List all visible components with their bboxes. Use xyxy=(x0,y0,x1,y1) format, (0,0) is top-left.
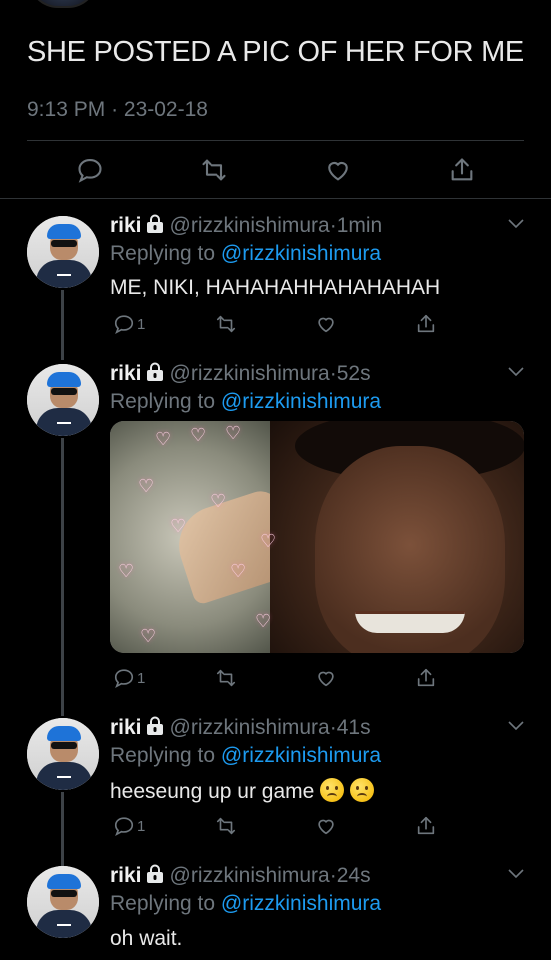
tweet-time: 9:13 PM xyxy=(27,98,106,121)
avatar[interactable] xyxy=(27,364,99,436)
replying-to: Replying to @rizzkinishimura xyxy=(110,744,381,768)
chevron-down-icon[interactable] xyxy=(508,869,524,879)
main-tweet-text: SHE POSTED A PIC OF HER FOR ME xyxy=(27,36,524,68)
main-tweet-timestamp: 9:13 PM · 23-02-18 xyxy=(27,98,208,122)
tweet-actions: 1 xyxy=(0,665,551,693)
tweet-time: 52s xyxy=(336,362,371,385)
share-button[interactable] xyxy=(448,156,476,184)
display-name[interactable]: riki xyxy=(110,716,142,739)
retweet-icon xyxy=(216,315,236,333)
share-icon xyxy=(451,158,473,181)
tweet-time: 1min xyxy=(336,214,383,237)
reply-button[interactable] xyxy=(76,156,104,184)
reply-icon xyxy=(78,159,102,183)
retweet-button[interactable] xyxy=(215,813,237,839)
reply-count: 1 xyxy=(137,315,146,333)
replying-to-mention[interactable]: @rizzkinishimura xyxy=(221,390,381,413)
tweet-actions: 1 xyxy=(0,311,551,339)
lock-icon xyxy=(146,214,163,233)
tweet-time: 24s xyxy=(336,864,371,887)
main-tweet-actions xyxy=(0,148,551,194)
reply-count: 1 xyxy=(137,817,146,835)
replying-to-mention[interactable]: @rizzkinishimura xyxy=(221,892,381,915)
replying-to-label: Replying to xyxy=(110,744,216,767)
like-icon xyxy=(318,819,334,835)
tweet-header: riki @rizzkinishimura·41s xyxy=(110,716,371,740)
display-name[interactable]: riki xyxy=(110,362,142,385)
retweet-icon xyxy=(216,669,236,687)
tweet-header: riki @rizzkinishimura·24s xyxy=(110,864,371,888)
chevron-down-icon[interactable] xyxy=(508,219,524,229)
like-button[interactable] xyxy=(324,156,352,184)
retweet-icon xyxy=(216,817,236,835)
display-name[interactable]: riki xyxy=(110,214,142,237)
display-name[interactable]: riki xyxy=(110,864,142,887)
replying-to-label: Replying to xyxy=(110,892,216,915)
replying-to: Replying to @rizzkinishimura xyxy=(110,390,381,414)
tweet-header: riki @rizzkinishimura·1min xyxy=(110,214,382,238)
confused-face-emoji xyxy=(350,778,375,802)
user-handle[interactable]: @rizzkinishimura xyxy=(170,864,330,887)
retweet-button[interactable] xyxy=(215,665,237,691)
meta-separator: · xyxy=(329,362,337,385)
tweet-text: heeseung up ur game xyxy=(110,778,375,804)
tweet-header: riki @rizzkinishimura·52s xyxy=(110,362,371,386)
avatar[interactable] xyxy=(27,718,99,790)
tweet-text: ME, NIKI, HAHAHAHHAHAHAHAH xyxy=(110,276,441,299)
user-handle[interactable]: @rizzkinishimura xyxy=(170,716,330,739)
meta-separator: · xyxy=(329,716,337,739)
tweet-actions: 1 xyxy=(0,813,551,841)
lock-icon xyxy=(146,864,163,883)
avatar[interactable] xyxy=(27,216,99,288)
share-icon xyxy=(417,314,435,333)
tweet-text: oh wait. xyxy=(110,927,183,950)
like-button[interactable] xyxy=(315,813,337,839)
tweet-text-body: heeseung up ur game xyxy=(110,780,315,803)
retweet-button[interactable] xyxy=(215,311,237,337)
avatar[interactable] xyxy=(27,866,99,938)
like-button[interactable] xyxy=(315,665,337,691)
replying-to-mention[interactable]: @rizzkinishimura xyxy=(221,242,381,265)
user-handle[interactable]: @rizzkinishimura xyxy=(170,214,330,237)
share-button[interactable] xyxy=(415,813,437,839)
replying-to: Replying to @rizzkinishimura xyxy=(110,242,381,266)
divider xyxy=(27,140,524,141)
like-icon xyxy=(318,317,334,333)
reply-icon xyxy=(114,315,134,335)
previous-avatar[interactable] xyxy=(28,0,98,8)
reply-button[interactable]: 1 xyxy=(113,665,145,691)
reply-button[interactable]: 1 xyxy=(113,813,145,839)
share-button[interactable] xyxy=(415,665,437,691)
reply-icon xyxy=(114,817,134,837)
share-icon xyxy=(417,816,435,835)
share-icon xyxy=(417,668,435,687)
like-button[interactable] xyxy=(315,311,337,337)
tweet-time: 41s xyxy=(336,716,371,739)
reply-count: 1 xyxy=(137,669,146,687)
reply-button[interactable]: 1 xyxy=(113,311,145,337)
reply-icon xyxy=(114,669,134,689)
like-icon xyxy=(328,161,348,181)
share-button[interactable] xyxy=(415,311,437,337)
lock-icon xyxy=(146,362,163,381)
meta-separator: · xyxy=(329,864,337,887)
meta-separator: · xyxy=(111,98,119,121)
user-handle[interactable]: @rizzkinishimura xyxy=(170,362,330,385)
lock-icon xyxy=(146,716,163,735)
confused-face-emoji xyxy=(320,778,345,802)
chevron-down-icon[interactable] xyxy=(508,367,524,377)
tweet-date: 23-02-18 xyxy=(123,98,208,121)
replying-to-label: Replying to xyxy=(110,242,216,265)
replying-to-label: Replying to xyxy=(110,390,216,413)
replying-to: Replying to @rizzkinishimura xyxy=(110,892,381,916)
divider xyxy=(0,198,551,199)
tweet-image[interactable]: ♡ ♡ ♡ ♡ ♡ ♡ ♡ ♡ ♡ ♡ ♡ xyxy=(110,421,524,653)
retweet-button[interactable] xyxy=(200,156,228,184)
meta-separator: · xyxy=(329,214,337,237)
replying-to-mention[interactable]: @rizzkinishimura xyxy=(221,744,381,767)
retweet-icon xyxy=(202,159,226,181)
chevron-down-icon[interactable] xyxy=(508,721,524,731)
like-icon xyxy=(318,671,334,687)
